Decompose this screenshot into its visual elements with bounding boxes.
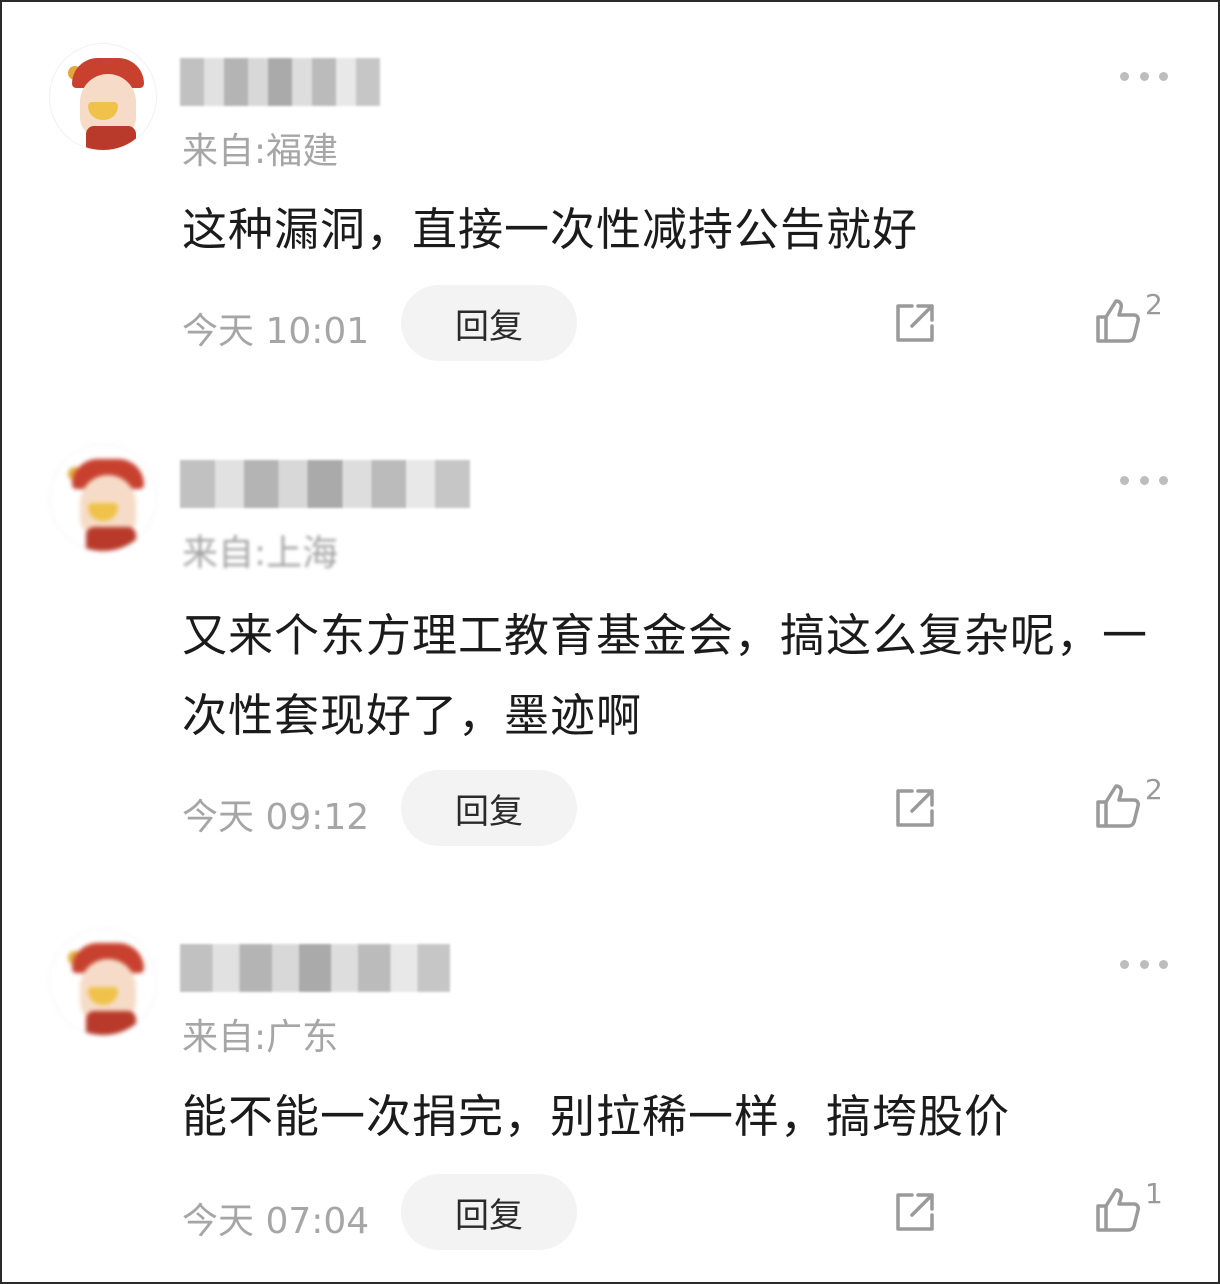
timestamp: 今天 07:04 — [182, 1201, 370, 1242]
comment-text: 能不能一次捐完，别拉稀一样，搞垮股价 — [182, 1090, 1011, 1143]
share-icon[interactable] — [890, 1187, 940, 1237]
location-label: 来自:广东 — [182, 1017, 339, 1058]
reply-button[interactable]: 回复 — [401, 1174, 577, 1250]
avatar-robe — [86, 1011, 136, 1035]
more-icon[interactable] — [1120, 958, 1168, 970]
avatar[interactable] — [50, 929, 156, 1035]
like-count: 1 — [1145, 1177, 1163, 1210]
comment-item: 来自:广东 能不能一次捐完，别拉稀一样，搞垮股价 今天 07:04 回复 1 — [2, 2, 1218, 1282]
username-redacted[interactable] — [180, 944, 450, 992]
thumbs-up-icon[interactable] — [1092, 1184, 1144, 1236]
comment-list: 来自:福建 这种漏洞，直接一次性减持公告就好 今天 10:01 回复 2 来自:… — [0, 0, 1220, 1284]
